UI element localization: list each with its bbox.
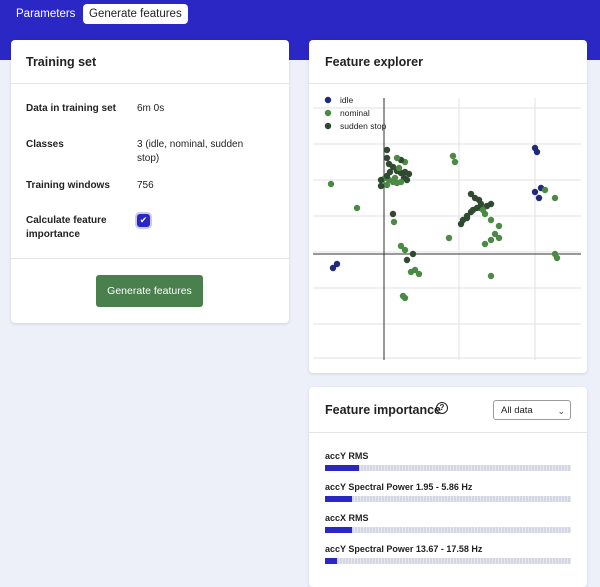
scatter-point: [457, 220, 465, 228]
generate-features-button[interactable]: Generate features: [96, 275, 203, 307]
scatter-point: [377, 176, 385, 184]
legend-label: idle: [340, 95, 354, 105]
feature-name: accY RMS: [325, 451, 369, 461]
scatter-point: [391, 174, 399, 182]
feature-importance-bar: [325, 496, 571, 502]
scatter-point: [481, 240, 489, 248]
scatter-point: [409, 250, 417, 258]
scatter-point: [541, 186, 549, 194]
legend-label: sudden stop: [340, 121, 387, 131]
training-set-title: Training set: [26, 55, 97, 69]
windows-label: Training windows: [26, 180, 110, 191]
feature-explorer-card: Feature explorer idle nominal sudden stop: [309, 40, 587, 373]
classes-label: Classes: [26, 139, 64, 150]
scatter-point: [463, 214, 471, 222]
scatter-point: [390, 218, 398, 226]
scatter-point: [389, 210, 397, 218]
scatter-point: [393, 154, 401, 162]
feature-importance-bar: [325, 527, 571, 533]
feature-importance-bar: [325, 558, 571, 564]
scatter-point: [383, 154, 391, 162]
feature-importance-fill: [325, 465, 359, 471]
tab-parameters[interactable]: Parameters: [10, 4, 81, 24]
scatter-point: [377, 182, 385, 190]
scatter-point: [395, 164, 403, 172]
feature-scatter-plot[interactable]: idle nominal sudden stop: [309, 88, 587, 368]
divider: [309, 83, 587, 84]
legend-marker: [324, 122, 332, 130]
divider: [11, 258, 289, 259]
scatter-point: [403, 256, 411, 264]
importance-label: Calculate feature importance: [26, 215, 107, 240]
feature-importance-checkbox[interactable]: ✔: [137, 214, 150, 227]
legend-marker: [324, 109, 332, 117]
scatter-point: [553, 254, 561, 262]
feature-importance-fill: [325, 496, 352, 502]
scatter-point: [449, 152, 457, 160]
feature-name: accX RMS: [325, 513, 369, 523]
check-icon: ✔: [139, 215, 148, 225]
divider: [309, 432, 587, 433]
scatter-point: [397, 178, 405, 186]
scatter-point: [383, 181, 391, 189]
scatter-point: [403, 176, 411, 184]
scatter-point: [495, 222, 503, 230]
feature-explorer-title: Feature explorer: [325, 55, 423, 69]
data-value: 6m 0s: [137, 103, 165, 114]
legend-marker: [324, 96, 332, 104]
legend-label: nominal: [340, 108, 370, 118]
scatter-point: [487, 272, 495, 280]
scatter-point: [415, 270, 423, 278]
scatter-point: [535, 194, 543, 202]
scatter-point: [405, 170, 413, 178]
feature-name: accY Spectral Power 13.67 - 17.58 Hz: [325, 544, 483, 554]
scatter-point: [451, 158, 459, 166]
scatter-point: [445, 234, 453, 242]
scatter-point: [353, 204, 361, 212]
feature-importance-fill: [325, 558, 337, 564]
scatter-point: [327, 180, 335, 188]
data-filter-value: All data: [501, 405, 533, 416]
feature-importance-title: Feature importance: [325, 403, 442, 417]
scatter-point: [551, 194, 559, 202]
chevron-down-icon: ⌄: [557, 406, 565, 416]
scatter-point: [469, 206, 477, 214]
data-label: Data in training set: [26, 103, 117, 114]
scatter-point: [333, 260, 341, 268]
scatter-point: [487, 216, 495, 224]
scatter-point: [399, 292, 407, 300]
windows-value: 756: [137, 180, 154, 191]
feature-importance-fill: [325, 527, 352, 533]
classes-value: 3 (idle, nominal, sudden stop): [137, 139, 244, 164]
scatter-point: [479, 206, 487, 214]
scatter-point: [533, 148, 541, 156]
training-set-card: Training set Data in training set 6m 0s …: [11, 40, 289, 323]
feature-name: accY Spectral Power 1.95 - 5.86 Hz: [325, 482, 473, 492]
scatter-point: [487, 200, 495, 208]
scatter-point: [531, 188, 539, 196]
scatter-point: [383, 172, 391, 180]
scatter-point: [383, 146, 391, 154]
scatter-point: [401, 246, 409, 254]
data-filter-select[interactable]: All data ⌄: [493, 400, 571, 420]
divider: [11, 83, 289, 84]
tab-generate-features[interactable]: Generate features: [83, 4, 188, 24]
scatter-point: [487, 236, 495, 244]
scatter-point: [495, 234, 503, 242]
feature-importance-card: Feature importance ? All data ⌄ accY RMS…: [309, 387, 587, 587]
help-circle-icon[interactable]: ?: [436, 402, 448, 414]
feature-importance-bar: [325, 465, 571, 471]
